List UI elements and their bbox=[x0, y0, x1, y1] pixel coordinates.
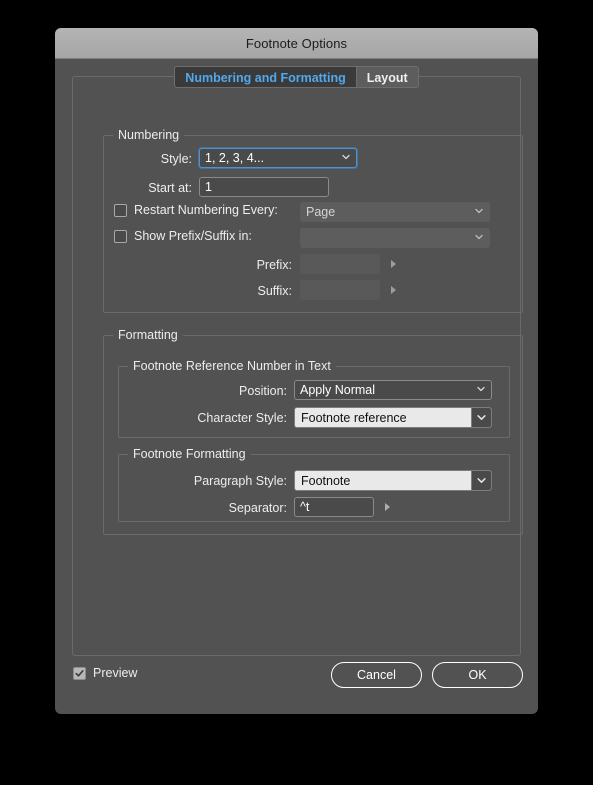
dialog-titlebar: Footnote Options bbox=[55, 28, 538, 59]
tab-bar: Numbering and Formatting Layout bbox=[55, 66, 538, 88]
footnote-reference-number-group: Footnote Reference Number in Text Positi… bbox=[118, 359, 510, 438]
character-style-label: Character Style: bbox=[197, 411, 287, 425]
numbering-group: Numbering Style: 1, 2, 3, 4... Start at:… bbox=[103, 128, 523, 313]
paragraph-style-label: Paragraph Style: bbox=[193, 474, 287, 488]
restart-numbering-label: Restart Numbering Every: bbox=[134, 203, 278, 217]
character-style-dropdown-button[interactable] bbox=[471, 408, 491, 427]
suffix-label: Suffix: bbox=[257, 284, 292, 298]
preview-label: Preview bbox=[93, 666, 138, 680]
restart-numbering-value: Page bbox=[306, 205, 336, 219]
dialog-title: Footnote Options bbox=[245, 35, 348, 51]
style-label: Style: bbox=[160, 152, 192, 166]
show-prefix-suffix-label: Show Prefix/Suffix in: bbox=[134, 229, 252, 243]
ok-button[interactable]: OK bbox=[432, 662, 523, 688]
suffix-input[interactable] bbox=[300, 280, 380, 300]
separator-value: ^t bbox=[300, 500, 310, 514]
separator-input[interactable]: ^t bbox=[294, 497, 374, 517]
start-at-label: Start at: bbox=[148, 181, 192, 195]
style-dropdown[interactable]: 1, 2, 3, 4... bbox=[199, 148, 357, 168]
footnote-options-dialog: Footnote Options Numbering and Formattin… bbox=[55, 28, 538, 714]
formatting-group-title: Formatting bbox=[113, 328, 183, 342]
prefix-menu-triangle-icon[interactable] bbox=[387, 257, 399, 271]
tab-content-panel: Numbering Style: 1, 2, 3, 4... Start at:… bbox=[72, 76, 523, 656]
formatting-group: Formatting Footnote Reference Number in … bbox=[103, 328, 523, 535]
suffix-menu-triangle-icon[interactable] bbox=[387, 283, 399, 297]
chevron-down-icon bbox=[342, 153, 350, 161]
character-style-value: Footnote reference bbox=[301, 410, 407, 425]
start-at-value: 1 bbox=[205, 180, 212, 194]
restart-numbering-checkbox-row[interactable]: Restart Numbering Every: bbox=[114, 203, 278, 217]
restart-numbering-dropdown[interactable]: Page bbox=[300, 202, 490, 222]
show-prefix-suffix-checkbox[interactable] bbox=[114, 229, 127, 243]
show-prefix-suffix-checkbox-row[interactable]: Show Prefix/Suffix in: bbox=[114, 229, 252, 243]
paragraph-style-dropdown-button[interactable] bbox=[471, 471, 491, 490]
start-at-input[interactable]: 1 bbox=[199, 177, 329, 197]
paragraph-style-value: Footnote bbox=[301, 473, 351, 488]
position-label: Position: bbox=[239, 384, 287, 398]
numbering-group-title: Numbering bbox=[113, 128, 185, 142]
position-dropdown[interactable]: Apply Normal bbox=[294, 380, 492, 400]
chevron-down-icon bbox=[475, 207, 483, 215]
show-prefix-suffix-dropdown[interactable] bbox=[300, 228, 490, 248]
footnote-formatting-group-title: Footnote Formatting bbox=[128, 447, 251, 461]
footnote-reference-number-group-title: Footnote Reference Number in Text bbox=[128, 359, 336, 373]
tab-numbering-and-formatting[interactable]: Numbering and Formatting bbox=[174, 66, 356, 88]
separator-menu-triangle-icon[interactable] bbox=[381, 500, 393, 514]
preview-checkbox-row[interactable]: Preview bbox=[73, 666, 137, 680]
chevron-down-icon bbox=[475, 233, 483, 241]
prefix-label: Prefix: bbox=[256, 258, 292, 272]
cancel-button[interactable]: Cancel bbox=[331, 662, 422, 688]
preview-checkbox[interactable] bbox=[73, 666, 86, 680]
character-style-combobox[interactable]: Footnote reference bbox=[294, 407, 492, 428]
restart-numbering-checkbox[interactable] bbox=[114, 203, 127, 217]
tab-layout[interactable]: Layout bbox=[355, 66, 419, 88]
separator-label: Separator: bbox=[228, 501, 287, 515]
footnote-formatting-group: Footnote Formatting Paragraph Style: Foo… bbox=[118, 447, 510, 522]
prefix-input[interactable] bbox=[300, 254, 380, 274]
position-value: Apply Normal bbox=[300, 383, 376, 397]
style-dropdown-value: 1, 2, 3, 4... bbox=[205, 151, 265, 165]
chevron-down-icon bbox=[477, 385, 485, 393]
paragraph-style-combobox[interactable]: Footnote bbox=[294, 470, 492, 491]
